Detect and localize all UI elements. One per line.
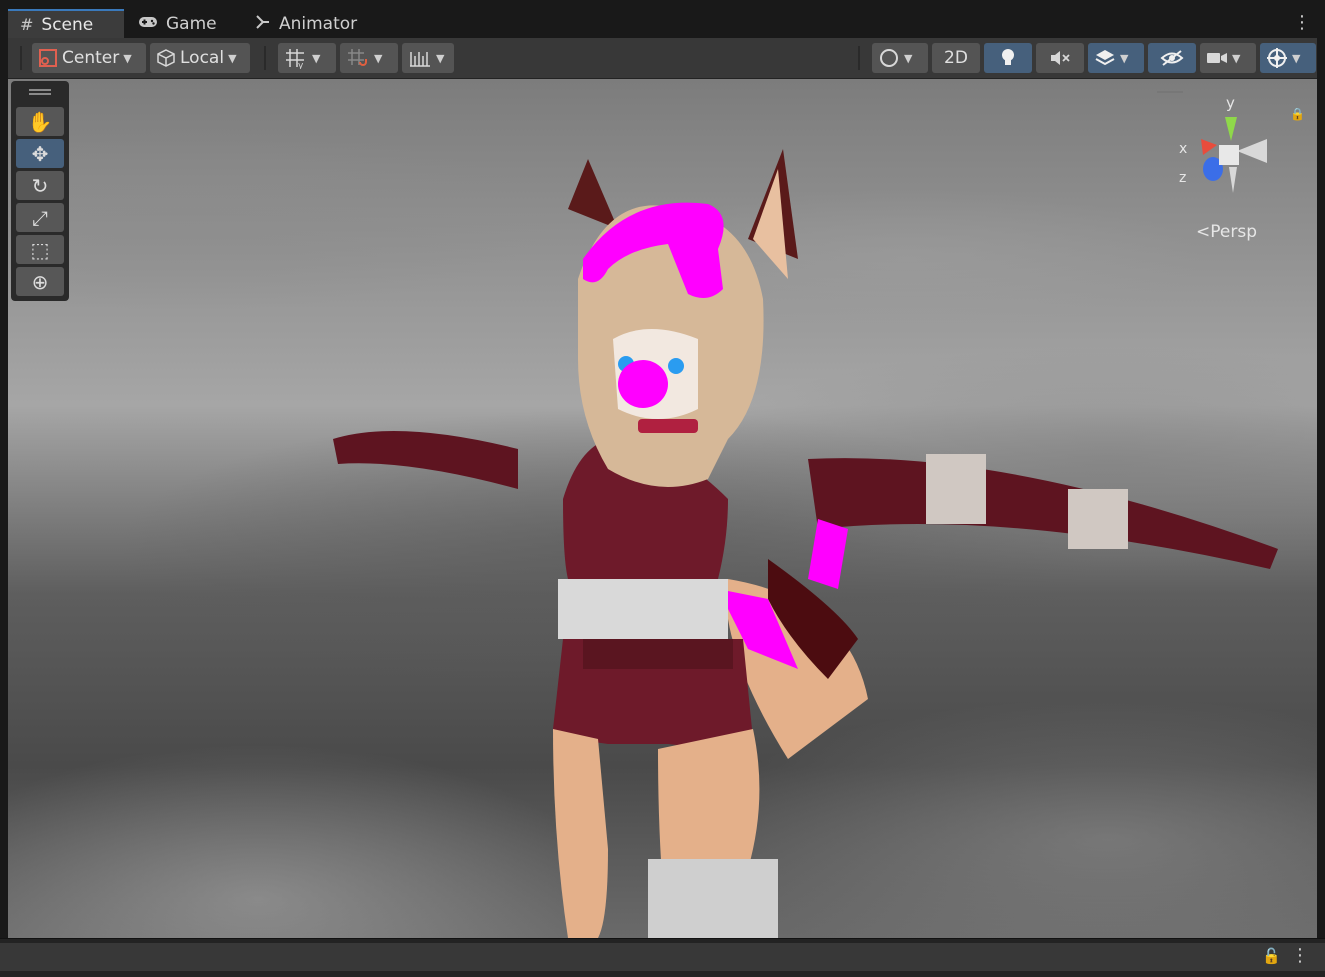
- projection-label: Persp: [1210, 222, 1257, 242]
- animator-icon: [255, 14, 271, 34]
- more-options-icon[interactable]: ⋮: [1293, 12, 1311, 33]
- tab-animator[interactable]: Animator: [255, 9, 357, 38]
- more-options-icon[interactable]: ⋮: [1291, 945, 1309, 966]
- scale-icon: ⤢: [32, 205, 48, 230]
- toggle-2d-label: 2D: [944, 48, 968, 68]
- status-bar-inner: 🔓 ⋮: [0, 943, 1325, 971]
- gizmo-x-label: x: [1179, 141, 1188, 157]
- chevron-down-icon: ▼: [436, 51, 445, 65]
- chevron-left-icon: <: [1196, 222, 1211, 242]
- speaker-muted-icon: [1051, 51, 1070, 65]
- hand-tool-button[interactable]: ✋: [16, 107, 64, 136]
- move-arrows-icon: ✥: [31, 141, 49, 166]
- shading-sphere-icon: [880, 49, 898, 67]
- audio-toggle-button[interactable]: [1036, 43, 1084, 73]
- toolbar-divider: [858, 46, 860, 70]
- pivot-mode-label: Center: [62, 48, 120, 68]
- toggle-2d-button[interactable]: 2D: [932, 43, 980, 73]
- local-cube-icon: [157, 49, 175, 67]
- rect-tool-button[interactable]: ⬚: [16, 235, 64, 264]
- increment-snap-dropdown[interactable]: ▼: [402, 43, 454, 73]
- projection-toggle[interactable]: <Persp: [1196, 222, 1257, 242]
- tab-scene[interactable]: # Scene: [8, 9, 124, 38]
- effects-dropdown[interactable]: ▼: [1088, 43, 1144, 73]
- gizmo-y-label: y: [1226, 94, 1235, 112]
- chevron-down-icon: ▼: [1120, 51, 1129, 65]
- transform-icon: ⊕: [31, 269, 49, 294]
- status-bar: 🔓 ⋮: [0, 938, 1325, 977]
- drag-handle-icon[interactable]: [29, 89, 51, 95]
- pivot-rotation-label: Local: [180, 48, 225, 68]
- scene-toolbar: Center ▼ Local ▼ y ▼ ▼ ▼ ▼ 2D ▼ ▼ ▼: [8, 38, 1317, 79]
- scale-tool-button[interactable]: ⤢: [16, 203, 64, 232]
- pivot-rotation-dropdown[interactable]: Local ▼: [150, 43, 250, 73]
- lock-icon[interactable]: 🔓: [1262, 947, 1281, 965]
- tab-game[interactable]: Game: [138, 9, 217, 38]
- grid-snapping-dropdown[interactable]: ▼: [340, 43, 398, 73]
- tab-scene-label: Scene: [41, 14, 94, 35]
- chevron-down-icon: ▼: [123, 51, 132, 65]
- tool-palette: ✋ ✥ ↻ ⤢ ⬚ ⊕: [11, 81, 69, 301]
- svg-text:y: y: [298, 61, 304, 69]
- avatar-model[interactable]: [8, 79, 1317, 938]
- pivot-center-icon: [39, 49, 57, 67]
- gamepad-icon: [138, 14, 158, 33]
- move-tool-button[interactable]: ✥: [16, 139, 64, 168]
- rotate-tool-button[interactable]: ↻: [16, 171, 64, 200]
- tab-bar: # Scene Game Animator ⋮: [0, 0, 1325, 38]
- ruler-icon: [410, 52, 430, 67]
- hand-icon: ✋: [27, 109, 53, 134]
- eye-hidden-icon: [1160, 50, 1184, 66]
- transform-tool-button[interactable]: ⊕: [16, 267, 64, 296]
- toolbar-divider: [20, 46, 22, 70]
- scene-visibility-button[interactable]: [1148, 43, 1196, 73]
- toolbar-divider: [264, 46, 266, 70]
- grid-icon: #: [20, 15, 34, 34]
- camera-icon: [1207, 53, 1227, 63]
- chevron-down-icon: ▼: [1292, 51, 1301, 65]
- pivot-mode-dropdown[interactable]: Center ▼: [32, 43, 146, 73]
- chevron-down-icon: ▼: [374, 51, 383, 65]
- lighting-toggle-button[interactable]: [984, 43, 1032, 73]
- gizmos-dropdown[interactable]: ▼: [1260, 43, 1316, 73]
- draw-mode-dropdown[interactable]: ▼: [872, 43, 928, 73]
- rect-transform-icon: ⬚: [30, 237, 50, 262]
- tab-animator-label: Animator: [279, 13, 358, 34]
- chevron-down-icon: ▼: [228, 51, 237, 65]
- gizmo-z-label: z: [1179, 170, 1187, 186]
- grid-snap-icon: y: [286, 49, 304, 69]
- grid-visibility-dropdown[interactable]: y ▼: [278, 43, 336, 73]
- chevron-down-icon: ▼: [312, 51, 321, 65]
- light-bulb-icon: [1002, 49, 1014, 65]
- gizmo-globe-icon: [1267, 48, 1287, 68]
- camera-settings-dropdown[interactable]: ▼: [1200, 43, 1256, 73]
- scene-viewport[interactable]: ✋ ✥ ↻ ⤢ ⬚ ⊕ 🔒 y x z <Persp: [8, 79, 1317, 938]
- chevron-down-icon: ▼: [904, 51, 913, 65]
- rotate-icon: ↻: [31, 173, 49, 198]
- chevron-down-icon: ▼: [1232, 51, 1241, 65]
- snap-magnet-icon: [348, 49, 367, 66]
- tab-game-label: Game: [166, 13, 217, 34]
- layers-effects-icon: [1095, 50, 1115, 66]
